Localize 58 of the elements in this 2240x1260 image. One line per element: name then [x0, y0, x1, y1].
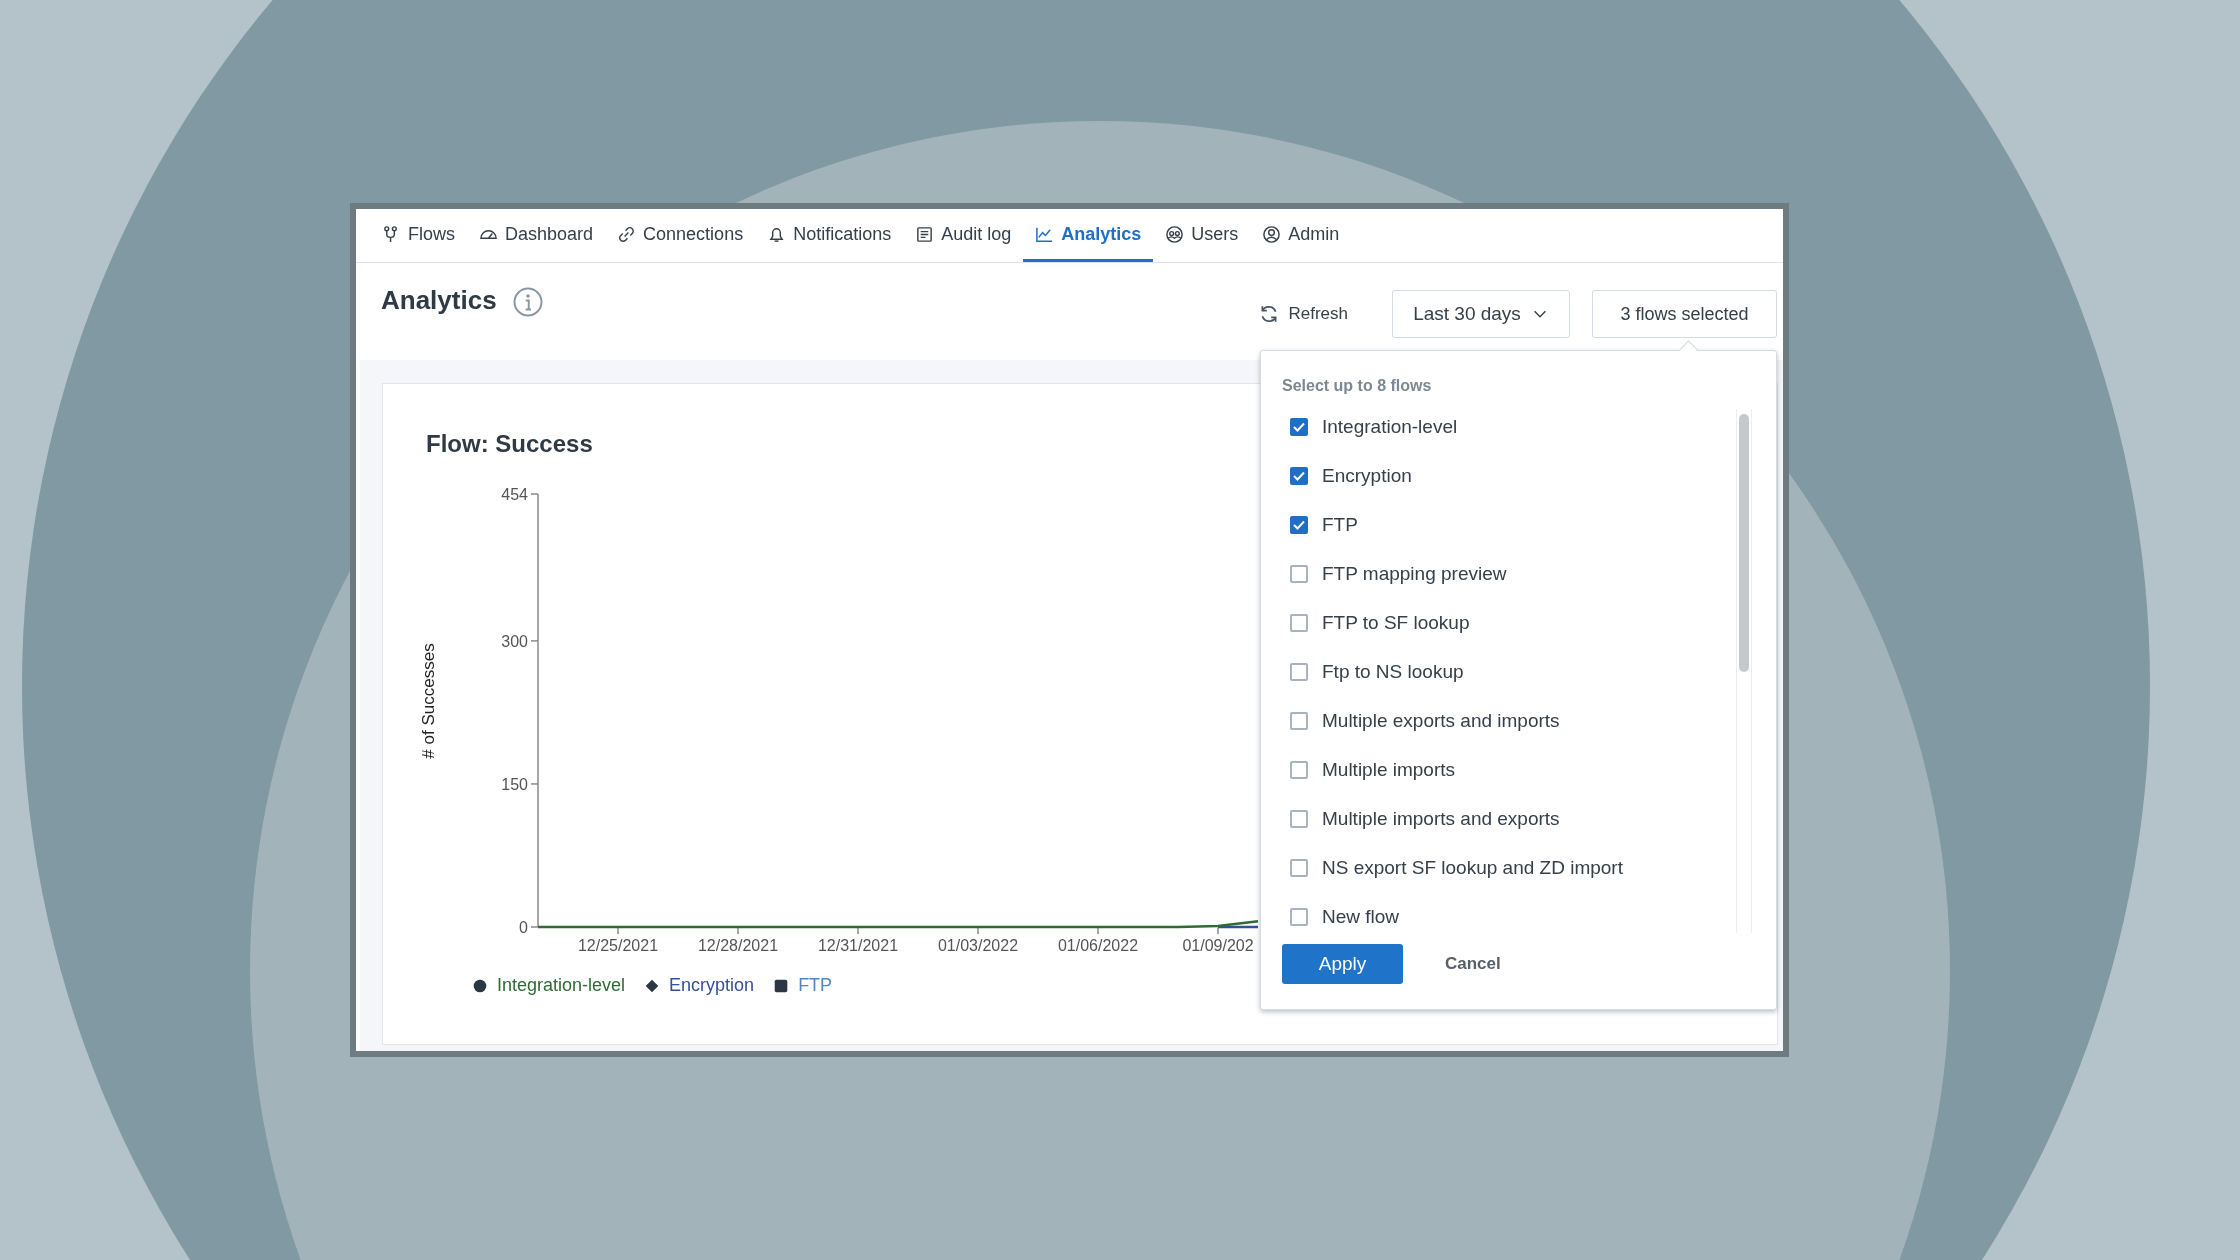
checkbox[interactable] — [1290, 662, 1308, 681]
checkbox-label[interactable]: FTP mapping preview — [1322, 562, 1507, 585]
link-icon — [617, 224, 637, 244]
nav-tab[interactable]: Admin — [1250, 209, 1352, 262]
nav-tab[interactable]: Dashboard — [467, 209, 606, 262]
tick-label: 12/25/2021 — [577, 937, 659, 954]
checkbox[interactable] — [1290, 466, 1308, 485]
nav-tab[interactable]: Analytics — [1023, 209, 1154, 262]
chart-title: Flow: Success — [426, 429, 593, 459]
checkbox-label[interactable]: Multiple exports and imports — [1322, 709, 1560, 732]
user-icon — [1262, 224, 1282, 244]
cancel-button[interactable]: Cancel — [1439, 953, 1507, 975]
nav-tab[interactable]: Audit log — [903, 209, 1024, 262]
checkbox[interactable] — [1290, 515, 1308, 534]
tick-label: 12/31/2021 — [817, 937, 899, 954]
checkbox-label[interactable]: Integration-level — [1322, 415, 1458, 438]
refresh-button[interactable]: Refresh — [1258, 290, 1359, 338]
checkbox[interactable] — [1290, 809, 1308, 828]
users-icon — [1165, 224, 1185, 244]
legend-label[interactable]: FTP — [798, 975, 833, 996]
checkbox[interactable] — [1290, 760, 1308, 779]
axis-title: # of Successes — [419, 643, 438, 759]
checkbox-label[interactable]: FTP to SF lookup — [1322, 611, 1470, 634]
legend-label[interactable]: Integration-level — [497, 975, 626, 996]
checkbox-label[interactable]: Multiple imports and exports — [1322, 807, 1560, 830]
info-icon — [512, 287, 543, 317]
picker-heading: Select up to 8 flows — [1282, 376, 1433, 396]
checkbox[interactable] — [1290, 417, 1308, 436]
checkbox-label[interactable]: Encryption — [1322, 464, 1412, 487]
checkbox-label[interactable]: Ftp to NS lookup — [1322, 660, 1464, 683]
nav-tab[interactable]: Flows — [370, 209, 467, 262]
nav-tab[interactable]: Connections — [605, 209, 756, 262]
nav-tab[interactable]: Notifications — [755, 209, 904, 262]
tick-label: 0 — [519, 919, 528, 936]
document-icon — [915, 224, 935, 244]
legend-label[interactable]: Encryption — [669, 975, 755, 996]
tick-label: 01/09/202 — [1182, 937, 1254, 954]
tick-label: 300 — [501, 632, 528, 650]
checkbox[interactable] — [1290, 564, 1308, 583]
checkbox[interactable] — [1290, 711, 1308, 730]
scrollbar[interactable] — [1736, 409, 1752, 933]
checkbox-label[interactable]: Multiple imports — [1322, 758, 1456, 781]
tick-label: 454 — [501, 486, 528, 503]
checkbox-label[interactable]: New flow — [1322, 905, 1400, 928]
checkbox-label[interactable]: NS export SF lookup and ZD import — [1322, 856, 1623, 879]
checkbox[interactable] — [1290, 907, 1308, 926]
tick-label: 01/03/2022 — [937, 937, 1019, 954]
tick-label: 12/28/2021 — [697, 937, 779, 954]
nav-tab[interactable]: Users — [1153, 209, 1251, 262]
apply-button[interactable]: Apply — [1282, 944, 1403, 984]
tick-label: 150 — [501, 775, 528, 793]
page-title: Analytics — [381, 285, 497, 315]
checkbox[interactable] — [1290, 858, 1308, 877]
checkbox-label[interactable]: FTP — [1322, 513, 1358, 536]
checkbox[interactable] — [1290, 613, 1308, 632]
date-range-dropdown[interactable]: Last 30 days — [1392, 290, 1570, 338]
tick-label: 01/06/2022 — [1057, 937, 1139, 954]
flows-select-button[interactable]: 3 flows selected — [1592, 290, 1777, 338]
